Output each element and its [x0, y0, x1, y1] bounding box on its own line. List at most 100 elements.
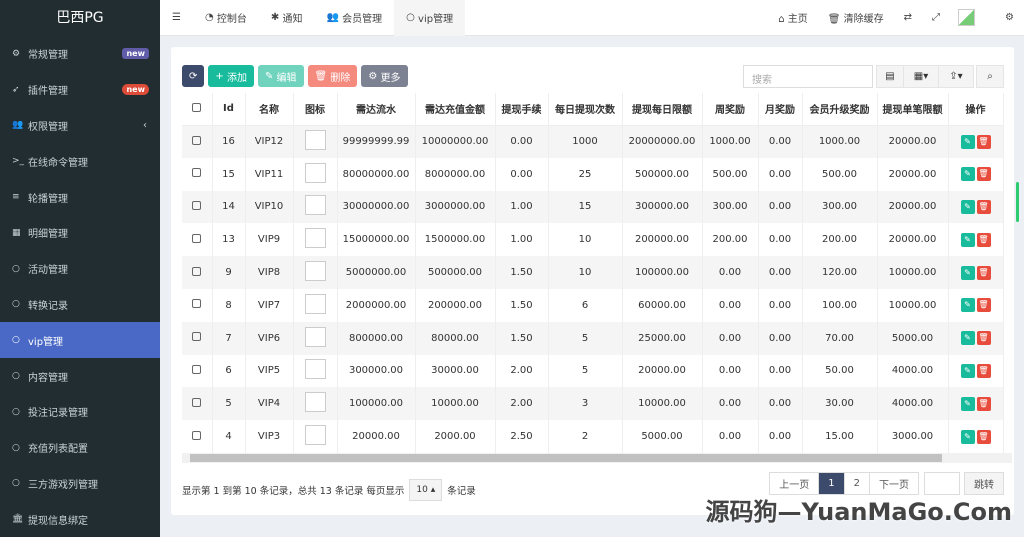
column-header[interactable]: 需达充值金额: [415, 93, 496, 126]
delete-icon[interactable]: 🗑: [976, 199, 991, 214]
settings-icon[interactable]: ⚙: [995, 12, 1024, 23]
sidebar-item[interactable]: ○ 充值列表配置: [0, 430, 160, 466]
delete-icon[interactable]: 🗑: [976, 232, 991, 247]
tab[interactable]: 👥 会员管理: [314, 0, 394, 36]
table-cell: 3: [548, 387, 623, 421]
row-checkbox[interactable]: [182, 288, 213, 322]
add-button[interactable]: + 添加: [208, 65, 254, 87]
edit-icon[interactable]: ✎: [960, 363, 975, 378]
delete-icon[interactable]: 🗑: [976, 396, 991, 411]
table-cell: 10000.00: [622, 387, 703, 421]
delete-button[interactable]: 🗑 删除: [307, 65, 358, 87]
actions-cell: ✎ 🗑: [948, 321, 1004, 355]
column-header[interactable]: 名称: [245, 93, 294, 126]
actions-cell: ✎ 🗑: [948, 354, 1004, 388]
sidebar-item[interactable]: ➶ 插件管理 new: [0, 72, 160, 108]
sidebar: 巴西PG ⚙ 常规管理 new ➶ 插件管理 new 👥 权限管理 ‹ >_ 在线命令管理 ≡ 轮播管理…: [0, 0, 160, 537]
rocket-icon: ➶: [12, 84, 20, 95]
table-cell: 15: [212, 157, 246, 191]
column-header[interactable]: 图标: [293, 93, 338, 126]
sidebar-item[interactable]: ○ 内容管理: [0, 358, 160, 394]
tab[interactable]: ○ vip管理: [394, 0, 466, 36]
table-cell: 8: [212, 288, 246, 322]
translate-icon[interactable]: ⇄: [894, 12, 922, 23]
column-header[interactable]: 月奖励: [758, 93, 803, 126]
delete-icon[interactable]: 🗑: [976, 167, 991, 182]
sidebar-item[interactable]: ○ 转换记录: [0, 287, 160, 323]
sidebar-item[interactable]: 🏛 提现信息绑定: [0, 501, 160, 537]
sidebar-item[interactable]: ○ 活动管理: [0, 251, 160, 287]
clear-cache-button[interactable]: 🗑 清除缓存: [818, 10, 894, 25]
menu-toggle-icon[interactable]: ☰: [160, 0, 193, 36]
column-header[interactable]: Id: [212, 93, 246, 126]
row-checkbox[interactable]: [182, 256, 213, 289]
edit-icon[interactable]: ✎: [960, 167, 975, 182]
delete-icon[interactable]: 🗑: [976, 265, 991, 280]
edit-button[interactable]: ✎ 编辑: [257, 65, 304, 87]
table-cell: 0.00: [702, 321, 759, 355]
tab[interactable]: ◔ 控制台: [193, 0, 259, 36]
edit-icon[interactable]: ✎: [960, 134, 975, 149]
delete-icon[interactable]: 🗑: [976, 331, 991, 346]
edit-icon[interactable]: ✎: [960, 298, 975, 313]
edit-icon[interactable]: ✎: [960, 396, 975, 411]
search-icon[interactable]: ⌕: [976, 65, 1004, 88]
row-checkbox[interactable]: [182, 157, 213, 191]
delete-icon[interactable]: 🗑: [976, 429, 991, 444]
edit-icon[interactable]: ✎: [960, 429, 975, 444]
table-row: 8 VIP7 2000000.00 200000.00 1.50 6 60000.00 0.0…: [182, 288, 1004, 322]
avatar[interactable]: [958, 9, 976, 26]
table-cell: 0.00: [758, 321, 803, 355]
edit-icon[interactable]: ✎: [960, 265, 975, 280]
actions-cell: ✎ 🗑: [948, 190, 1004, 224]
edit-icon[interactable]: ✎: [960, 331, 975, 346]
actions-cell: ✎ 🗑: [948, 157, 1004, 191]
more-button[interactable]: ⚙ 更多: [361, 65, 408, 87]
column-header[interactable]: 提现手续: [495, 93, 549, 126]
delete-icon[interactable]: 🗑: [976, 134, 991, 149]
sidebar-item[interactable]: ≡ 轮播管理: [0, 179, 160, 215]
column-header[interactable]: 提现每日限额: [622, 93, 703, 126]
toggle-view-icon[interactable]: ▤: [876, 65, 904, 88]
row-checkbox[interactable]: [182, 354, 213, 388]
table-row: 6 VIP5 300000.00 30000.00 2.00 5 20000.00 0.00 0…: [182, 354, 1004, 388]
column-header[interactable]: 操作: [948, 93, 1004, 126]
column-header[interactable]: 每日提现次数: [548, 93, 623, 126]
tab[interactable]: ✱ 通知: [259, 0, 315, 36]
row-checkbox[interactable]: [182, 387, 213, 421]
home-link[interactable]: ⌂ 主页: [768, 10, 818, 25]
page-size-select[interactable]: 10 ▴: [409, 479, 443, 501]
fullscreen-icon[interactable]: ⤢: [922, 12, 950, 23]
row-checkbox[interactable]: [182, 190, 213, 224]
horizontal-scrollbar[interactable]: [182, 453, 1012, 463]
sidebar-item[interactable]: ○ 三方游戏列管理: [0, 466, 160, 502]
table-cell: 200000.00: [415, 288, 496, 322]
edit-icon[interactable]: ✎: [960, 199, 975, 214]
row-checkbox[interactable]: [182, 125, 213, 158]
sidebar-item[interactable]: ⚙ 常规管理 new: [0, 36, 160, 72]
table-row: 14 VIP10 30000000.00 3000000.00 1.00 15 300000…: [182, 190, 1004, 224]
refresh-button[interactable]: ⟳: [182, 65, 205, 87]
table-cell: 10000000.00: [415, 125, 496, 158]
export-dropdown-icon[interactable]: ⇪▾: [938, 65, 974, 88]
select-all-checkbox[interactable]: [182, 93, 213, 126]
row-checkbox[interactable]: [182, 223, 213, 257]
row-checkbox[interactable]: [182, 420, 213, 453]
sidebar-item[interactable]: >_ 在线命令管理: [0, 143, 160, 179]
column-header[interactable]: 周奖励: [702, 93, 759, 126]
search-input[interactable]: 搜索: [743, 65, 873, 88]
sidebar-item[interactable]: 👥 权限管理 ‹: [0, 108, 160, 144]
table-cell: 13: [212, 223, 246, 257]
vertical-scrollbar[interactable]: [1016, 182, 1019, 222]
column-header[interactable]: 提现单笔限额: [877, 93, 949, 126]
delete-icon[interactable]: 🗑: [976, 363, 991, 378]
sidebar-item[interactable]: ○ vip管理: [0, 322, 160, 359]
column-header[interactable]: 会员升级奖励: [802, 93, 878, 126]
sidebar-item[interactable]: ▦ 明细管理: [0, 215, 160, 251]
edit-icon[interactable]: ✎: [960, 232, 975, 247]
delete-icon[interactable]: 🗑: [976, 298, 991, 313]
columns-dropdown-icon[interactable]: ▦▾: [903, 65, 939, 88]
row-checkbox[interactable]: [182, 321, 213, 355]
column-header[interactable]: 需达流水: [337, 93, 416, 126]
sidebar-item[interactable]: ○ 投注记录管理: [0, 394, 160, 430]
